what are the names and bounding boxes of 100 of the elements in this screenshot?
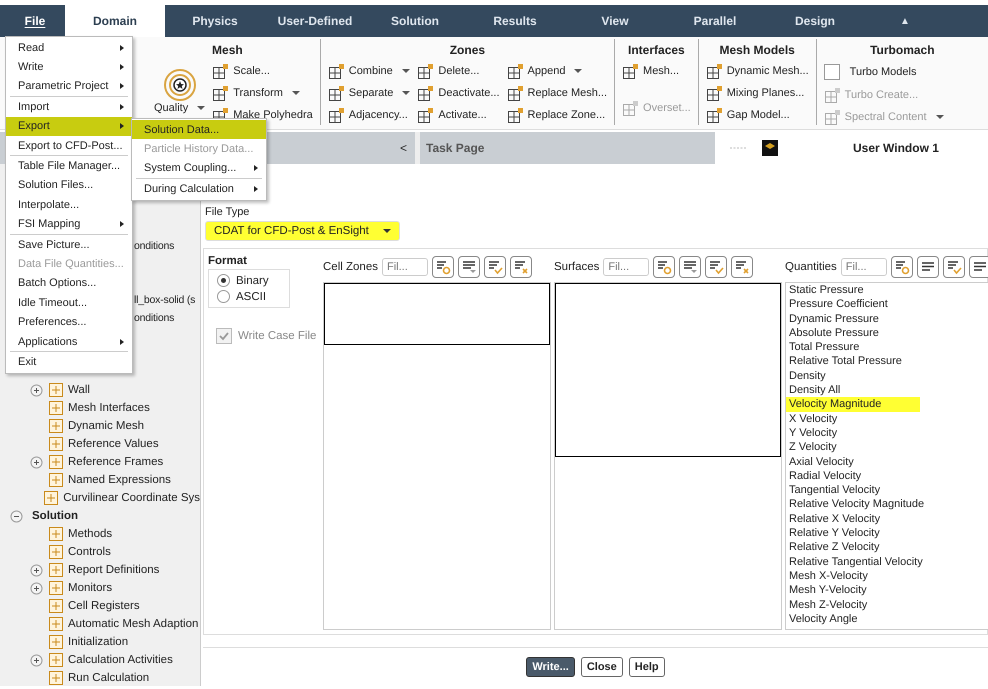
list-item[interactable]: Absolute Pressure — [786, 326, 988, 340]
ribbon-tab[interactable]: Physics — [165, 5, 265, 37]
tree-item[interactable]: Dynamic Mesh — [68, 420, 144, 432]
list-item[interactable]: Dynamic Pressure — [786, 312, 988, 326]
dialog-button[interactable]: Write... — [526, 657, 575, 677]
list-item[interactable]: Mesh Y-Velocity — [786, 583, 988, 598]
ribbon-button[interactable]: Dynamic Mesh... — [704, 60, 811, 82]
file-type-dropdown[interactable]: CDAT for CFD-Post & EnSight — [205, 221, 400, 241]
collapse-panel-button[interactable]: < — [392, 141, 415, 155]
ribbon-button[interactable]: Transform — [210, 82, 315, 104]
list-item[interactable]: Tangential Velocity — [786, 483, 988, 498]
dialog-button[interactable]: Close — [580, 657, 623, 677]
menu-item[interactable]: Save Picture... — [6, 234, 132, 254]
ribbon-button[interactable]: Separate — [326, 82, 412, 104]
ribbon-button[interactable]: Replace Mesh... — [504, 82, 610, 104]
ribbon-button[interactable]: Scale... — [210, 60, 315, 82]
ribbon-tab[interactable]: User-Defined — [265, 5, 365, 37]
turbo-models-checkbox[interactable]: Turbo Models — [822, 60, 946, 84]
menu-item[interactable]: Preferences... — [6, 312, 132, 332]
tree-item[interactable]: Monitors — [68, 582, 112, 594]
menu-item[interactable]: Batch Options... — [6, 274, 132, 294]
list-item[interactable]: Relative Velocity Magnitude — [786, 497, 988, 512]
tree-item[interactable]: Methods — [68, 528, 112, 540]
tree-item[interactable]: Initialization — [68, 636, 128, 648]
list-item[interactable]: Mesh X-Velocity — [786, 568, 988, 584]
list-item[interactable]: X Velocity — [786, 412, 988, 426]
ribbon-tab[interactable]: Solution — [365, 5, 465, 37]
tree-item[interactable]: Controls — [68, 546, 111, 558]
menu-item[interactable]: Write — [6, 57, 132, 77]
menu-item[interactable]: Export — [6, 116, 132, 136]
list-item[interactable]: Relative X Velocity — [786, 512, 988, 526]
ribbon-button[interactable]: Gap Model... — [704, 104, 811, 126]
menu-item[interactable]: Interpolate... — [6, 195, 132, 215]
filter-field[interactable]: Fil... — [382, 258, 428, 276]
ribbon-tab[interactable]: Design — [765, 5, 865, 37]
menu-item[interactable]: Import — [6, 97, 132, 117]
list-item[interactable]: Density — [786, 368, 988, 384]
tree-item[interactable]: Run Calculation — [68, 672, 150, 684]
menu-item[interactable]: Solution Files... — [6, 176, 132, 196]
ribbon-button[interactable]: Deactivate... — [415, 82, 502, 104]
list-item[interactable]: Relative Total Pressure — [786, 354, 988, 369]
tree-section-title[interactable]: Solution — [32, 510, 78, 522]
list-item[interactable]: Density All — [786, 383, 988, 398]
list-item[interactable]: Relative Y Velocity — [786, 526, 988, 540]
collapse-ribbon-button[interactable]: ▲ — [885, 5, 925, 37]
tree-item[interactable]: Named Expressions — [68, 474, 171, 486]
filter-field[interactable]: Fil... — [840, 258, 887, 276]
tree-item[interactable]: Report Definitions — [68, 564, 160, 576]
ribbon-button[interactable]: Combine — [326, 60, 412, 82]
tree-item[interactable]: Cell Registers — [68, 600, 140, 612]
list-item[interactable]: Total Pressure — [786, 340, 988, 354]
list-item[interactable]: Axial Velocity — [786, 454, 988, 469]
menu-item[interactable]: Table File Manager... — [6, 156, 132, 176]
list-item[interactable]: Velocity Angle — [786, 612, 988, 626]
ribbon-button[interactable]: Delete... — [415, 60, 502, 82]
list-item[interactable]: Pressure Coefficient — [786, 297, 988, 312]
list-item[interactable]: Relative Z Velocity — [786, 540, 988, 555]
ribbon-button[interactable]: Mixing Planes... — [704, 82, 811, 104]
list-item[interactable]: Z Velocity — [786, 440, 988, 455]
menu-item[interactable]: Parametric Project — [6, 76, 132, 96]
ribbon-tab[interactable]: Domain — [65, 5, 165, 37]
tree-item[interactable]: Mesh Interfaces — [68, 402, 150, 414]
file-tab[interactable]: File — [5, 5, 65, 37]
ribbon-tab[interactable]: View — [565, 5, 665, 37]
menu-item[interactable]: Idle Timeout... — [6, 293, 132, 312]
ribbon-group-title: Turbomach — [869, 43, 936, 57]
tree-item[interactable]: Reference Frames — [68, 456, 164, 468]
list-item[interactable]: Velocity Magnitude — [786, 397, 920, 412]
filter-field[interactable]: Fil... — [603, 258, 650, 276]
list-label: Cell Zones — [323, 261, 378, 273]
menu-item[interactable]: Exit — [6, 352, 132, 372]
menu-item[interactable]: System Coupling... — [132, 158, 266, 178]
graphics-window-title: User Window 1 — [853, 141, 939, 155]
list-item[interactable]: Y Velocity — [786, 426, 988, 440]
ribbon-tab[interactable]: Results — [465, 5, 565, 37]
list-item[interactable]: Mesh Z-Velocity — [786, 598, 988, 612]
ribbon-button[interactable]: Append — [504, 60, 610, 82]
list-item[interactable]: Relative Tangential Velocity — [786, 554, 988, 569]
ribbon-button[interactable]: Replace Zone... — [504, 104, 610, 126]
menu-item[interactable]: Applications — [6, 332, 132, 352]
tree-item[interactable]: Calculation Activities — [68, 654, 173, 666]
menu-item[interactable]: Export to CFD-Post... — [6, 136, 132, 156]
menu-item[interactable]: FSI Mapping — [6, 214, 132, 234]
ribbon-button[interactable]: Activate... — [415, 104, 502, 126]
tree-item[interactable]: Wall — [68, 384, 90, 396]
list-item[interactable]: Radial Velocity — [786, 468, 988, 484]
tree-item[interactable]: Reference Values — [68, 438, 159, 450]
menu-item[interactable]: During Calculation — [132, 179, 266, 199]
tree-item[interactable]: Curvilinear Coordinate Sys — [63, 492, 200, 504]
ribbon-button[interactable]: Adjacency... — [326, 104, 412, 126]
format-radio[interactable]: Binary — [217, 274, 289, 287]
ribbon-tab[interactable]: Parallel — [665, 5, 765, 37]
list-item[interactable]: Static Pressure — [786, 283, 988, 298]
tree-item[interactable]: Automatic Mesh Adaption — [68, 618, 198, 630]
ribbon-button[interactable]: Mesh... — [620, 60, 693, 82]
menu-item[interactable]: Read — [6, 38, 132, 58]
menu-item[interactable]: Solution Data... — [132, 120, 266, 140]
quality-button[interactable]: Quality — [152, 60, 208, 116]
dialog-button[interactable]: Help — [628, 657, 665, 677]
format-radio[interactable]: ASCII — [217, 290, 289, 303]
